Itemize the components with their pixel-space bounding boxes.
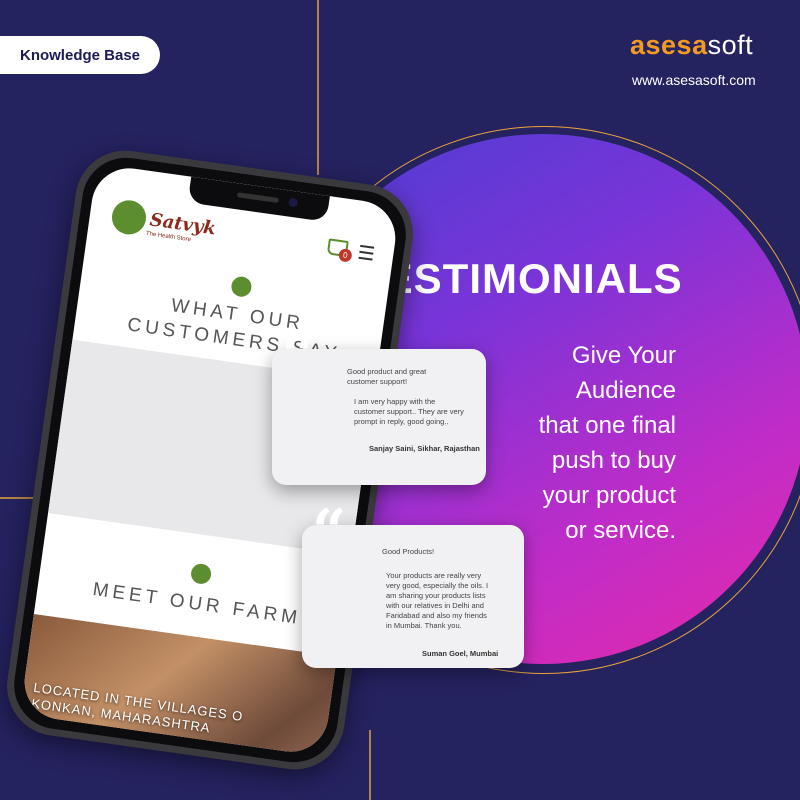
testimonial-body-line: customer support.. They are very <box>354 407 464 416</box>
tagline-line: Audience <box>575 377 676 404</box>
logo-part2: soft <box>707 30 754 60</box>
tagline-line: or service. <box>565 517 676 544</box>
hamburger-menu-icon[interactable] <box>358 244 375 261</box>
logo-part1: asesa <box>630 30 708 60</box>
tagline-line: Give Your <box>571 342 676 369</box>
testimonial-body: I am very happy with the customer suppor… <box>354 397 464 427</box>
testimonial-title-line: Good Products! <box>382 547 435 556</box>
testimonial-title-line: Good product and great <box>347 367 427 376</box>
testimonial-title: Good product and great customer support! <box>347 367 426 387</box>
quote-icon: “ <box>312 497 347 567</box>
website-url[interactable]: www.asesasoft.com <box>632 72 756 88</box>
testimonial-body-line: with our relatives in Delhi and <box>386 601 484 610</box>
testimonial-body: Your products are really very very good,… <box>386 571 488 631</box>
leaf-icon <box>189 562 213 586</box>
testimonial-body-line: I am very happy with the <box>354 397 436 406</box>
testimonial-author: Sanjay Saini, Sikhar, Rajasthan <box>369 444 480 453</box>
asesasoft-logo: asesasoft <box>630 30 753 61</box>
testimonial-body-line: in Mumbai. Thank you. <box>386 621 462 630</box>
satvyk-logo-icon <box>109 198 149 237</box>
testimonial-author: Suman Goel, Mumbai <box>422 649 499 658</box>
testimonial-body-line: Your products are really very <box>386 571 482 580</box>
testimonial-card: “ Good Products! Your products are reall… <box>302 497 524 668</box>
testimonial-body-line: Faridabad and also my friends <box>386 611 487 620</box>
quote-icon: “ <box>282 321 317 391</box>
tagline-line: your product <box>542 482 676 509</box>
testimonial-body-line: am sharing your products lists <box>386 591 486 600</box>
tagline: Give Your Audience that one final push t… <box>539 338 676 548</box>
tagline-line: that one final <box>538 412 676 439</box>
testimonial-body-line: prompt in reply, good going.. <box>354 417 449 426</box>
tagline-line: push to buy <box>551 447 676 474</box>
testimonial-title-line: customer support! <box>347 377 408 386</box>
phone-notch <box>187 176 330 222</box>
testimonial-title: Good Products! <box>382 547 434 557</box>
testimonial-body-line: very good, especially the oils. I <box>386 581 489 590</box>
knowledge-base-label: Knowledge Base <box>19 46 141 64</box>
knowledge-base-badge[interactable]: Knowledge Base <box>0 36 160 74</box>
testimonial-card: “ Good product and great customer suppor… <box>272 321 486 485</box>
cart-count-badge: 0 <box>337 247 353 263</box>
leaf-icon <box>230 275 253 298</box>
